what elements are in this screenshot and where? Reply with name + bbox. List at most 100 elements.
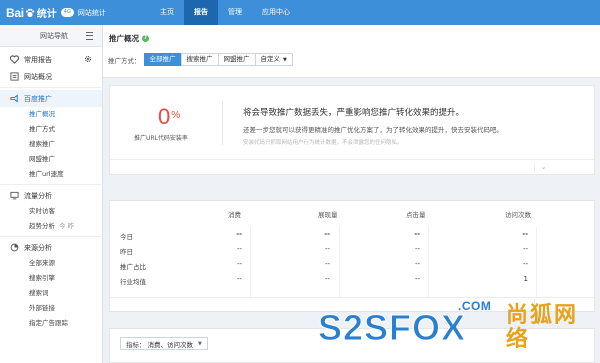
card-footer: ⌄ (110, 159, 594, 174)
logo-text: Bai (6, 5, 24, 20)
sidebar: 网站导航 常用报告 网站概况 百度推广 推广概况 推广方式 搜索推广 网盟推广 … (0, 25, 103, 363)
table-cell: -- (414, 275, 420, 283)
sidebar-item-search-terms[interactable]: 搜索词 (0, 286, 102, 301)
col-header-clicks: 点击量 (406, 211, 426, 219)
table-cell: -- (236, 260, 242, 268)
help-icon[interactable]: ? (142, 35, 149, 42)
table-cell: -- (324, 230, 330, 238)
sidebar-item-realtime[interactable]: 实时访客 (0, 204, 102, 219)
table-row: 推广占比 -- -- -- -- (110, 257, 594, 273)
row-label: 今日 (120, 233, 133, 241)
expand-chevron-icon[interactable]: ⌄ (534, 162, 552, 172)
watermark: .COM S2SFOX 尚狐网络 (317, 296, 598, 360)
table-cell: 1 (523, 275, 528, 283)
page-header: 推广概况 ? 推广方式： 全部推广 搜索推广 网盟推广 自定义 ▼ (103, 25, 600, 78)
sidebar-item-network-promo[interactable]: 网盟推广 (0, 152, 102, 167)
metric-label: 指标： (126, 340, 146, 349)
paw-icon (25, 8, 35, 17)
chevron-down-icon: ▼ (283, 57, 287, 63)
install-rate-card: 0% 推广URL代码安装率 将会导致推广数据丢失，严重影响您推广转化效果的提升。… (109, 85, 595, 175)
table-row: 行业均值 -- -- -- 1 (110, 272, 594, 288)
row-label: 昨日 (120, 248, 133, 256)
megaphone-icon (10, 94, 19, 103)
divider (222, 101, 223, 145)
table-cell: -- (522, 230, 528, 238)
sidebar-item-promo-overview[interactable]: 推广概况 (0, 107, 102, 122)
table-row: 昨日 -- -- -- -- (110, 242, 594, 258)
source-icon (10, 243, 19, 252)
sidebar-item-promo-url-speed[interactable]: 推广url速度 (0, 167, 102, 182)
install-rate-number: 0 (158, 104, 171, 129)
filter-label: 推广方式： (108, 56, 141, 65)
table-cell: -- (324, 260, 330, 268)
top-bar: Bai 统计 4G 网站统计 主页 报告 管理 应用中心 (0, 0, 600, 25)
sidebar-item-search-promo[interactable]: 搜索推广 (0, 137, 102, 152)
list-icon (10, 72, 19, 81)
sidebar-item-ad-tracking[interactable]: 指定广告跟踪 (0, 316, 102, 331)
sidebar-item-search-engine[interactable]: 搜索引擎 (0, 271, 102, 286)
sidebar-group-favorites[interactable]: 常用报告 (0, 51, 102, 68)
sidebar-group-traffic[interactable]: 流量分析 (0, 187, 102, 204)
filter-all-promo[interactable]: 全部推广 (143, 53, 182, 66)
sidebar-item-promo-method[interactable]: 推广方式 (0, 122, 102, 137)
filter-custom-dropdown[interactable]: 自定义 ▼ (254, 53, 293, 66)
table-cell: -- (324, 245, 330, 253)
watermark-brand: S2SFOX (317, 307, 467, 349)
metric-value: 消费、访问次数 (147, 340, 194, 349)
gear-icon[interactable] (84, 55, 92, 63)
page-title-text: 推广概况 (109, 34, 139, 43)
col-header-impressions: 展现量 (318, 211, 338, 219)
metric-select[interactable]: 指标： 消费、访问次数 ▼ (120, 337, 208, 350)
nav-reports[interactable]: 报告 (184, 0, 218, 25)
sidebar-title: 网站导航 (40, 31, 68, 40)
sidebar-group-site-overview[interactable]: 网站概况 (0, 68, 102, 85)
table-cell: -- (236, 230, 242, 238)
chevron-down-icon: ▼ (198, 340, 202, 347)
warning-title: 将会导致推广数据丢失，严重影响您推广转化效果的提升。 (243, 108, 465, 118)
top-nav: 主页 报告 管理 应用中心 (150, 0, 300, 25)
install-rate-unit: % (171, 110, 181, 121)
col-header-visits: 访问次数 (505, 211, 531, 219)
col-header-cost: 消费 (228, 211, 241, 219)
row-label: 行业均值 (120, 278, 146, 286)
warning-body: 还差一步您就可以获得更精准的推广优化方案了，为了转化效果的提升，快去安装代码吧。 (243, 126, 503, 134)
sidebar-group-label: 百度推广 (24, 94, 52, 103)
nav-manage[interactable]: 管理 (218, 0, 252, 25)
baidu-tongji-logo[interactable]: Bai 统计 4G 网站统计 (6, 5, 106, 21)
table-cell: -- (414, 245, 420, 253)
sidebar-item-trend[interactable]: 趋势分析今 昨 (0, 219, 102, 234)
heart-icon (10, 55, 19, 64)
table-cell: -- (414, 230, 420, 238)
nav-home[interactable]: 主页 (150, 0, 184, 25)
sidebar-group-label: 常用报告 (24, 55, 52, 64)
row-label: 推广占比 (120, 263, 146, 271)
table-cell: -- (324, 275, 330, 283)
collapse-sidebar-icon[interactable] (86, 31, 96, 40)
promo-filter: 推广方式： 全部推广 搜索推广 网盟推广 自定义 ▼ (108, 53, 293, 66)
trend-tag: 今 昨 (59, 222, 75, 230)
table-cell: -- (236, 275, 242, 283)
install-rate-value: 0% (158, 104, 180, 130)
logo-tongji: 统计 (36, 9, 57, 20)
sidebar-group-label: 流量分析 (24, 191, 52, 200)
table-cell: -- (414, 260, 420, 268)
watermark-cn: 尚狐网络 (506, 303, 579, 352)
page-title: 推广概况 ? (109, 33, 149, 44)
install-rate-label: 推广URL代码安装率 (134, 135, 188, 142)
sidebar-item-all-sources[interactable]: 全部来源 (0, 256, 102, 271)
filter-network-promo[interactable]: 网盟推广 (217, 53, 256, 66)
table-row: 今日 -- -- -- -- (110, 227, 594, 243)
nav-app-center[interactable]: 应用中心 (252, 0, 300, 25)
table-cell: -- (522, 260, 528, 268)
sidebar-group-source[interactable]: 来源分析 (0, 239, 102, 256)
sidebar-group-label: 来源分析 (24, 243, 52, 252)
monitor-icon (10, 191, 19, 200)
privacy-note: 安装代码只抓取网站用户行为统计数据，不会泄露您的任何隐私。 (243, 140, 403, 146)
product-name: 网站统计 (77, 8, 106, 17)
sidebar-item-label: 趋势分析 (29, 222, 55, 230)
sidebar-group-baidu-promo[interactable]: 百度推广 (0, 90, 102, 107)
sidebar-item-external-links[interactable]: 外部链接 (0, 301, 102, 316)
table-cell: -- (236, 245, 242, 253)
filter-search-promo[interactable]: 搜索推广 (180, 53, 219, 66)
version-badge: 4G (60, 8, 74, 17)
